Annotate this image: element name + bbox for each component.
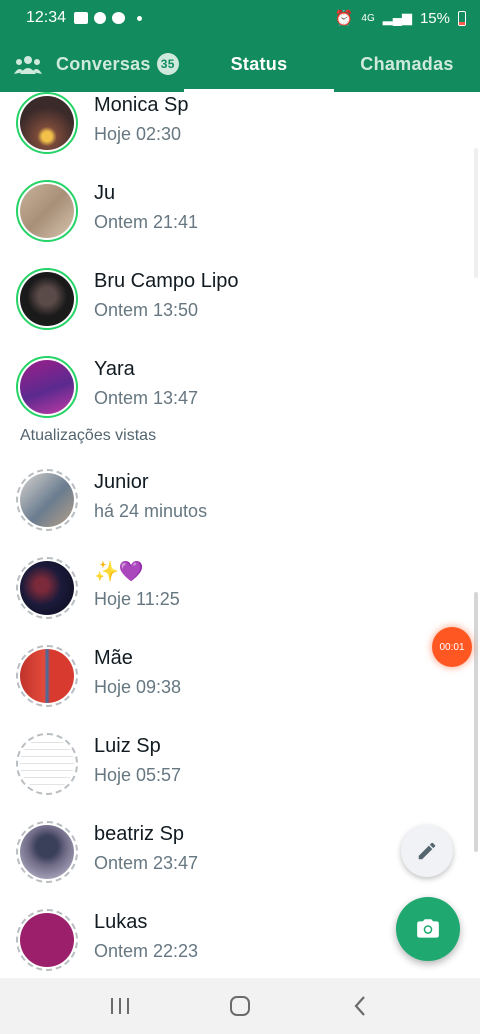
- clock: 12:34: [26, 9, 67, 26]
- notification-icons: [74, 12, 143, 24]
- avatar: [16, 180, 78, 242]
- status-row[interactable]: Bru Campo Lipo Ontem 13:50: [0, 256, 480, 344]
- avatar: [16, 356, 78, 418]
- status-time: Hoje 05:57: [94, 765, 182, 785]
- battery-icon: [458, 10, 466, 26]
- avatar: [16, 557, 78, 619]
- system-navigation-bar: [0, 978, 480, 1034]
- avatar: [16, 733, 78, 795]
- contact-name: Luiz Sp: [94, 735, 161, 757]
- status-time: há 24 minutos: [94, 501, 208, 521]
- tab-chamadas[interactable]: Chamadas: [334, 36, 480, 92]
- recent-apps-button[interactable]: [90, 986, 150, 1026]
- avatar: [16, 469, 78, 531]
- account-notification-icon: [94, 12, 107, 24]
- community-icon: [14, 56, 42, 74]
- back-icon: [354, 996, 365, 1016]
- recording-indicator[interactable]: 00:01: [432, 627, 472, 667]
- status-row[interactable]: Junior há 24 minutos: [0, 457, 480, 545]
- tab-chamadas-label: Chamadas: [360, 53, 454, 74]
- contact-name: Ju: [94, 182, 116, 204]
- system-status-bar: 12:34 ⏰ 4G ▂▄▆ 15%: [0, 0, 480, 36]
- pencil-icon: [418, 842, 436, 860]
- avatar: [16, 268, 78, 330]
- video-notification-icon: [74, 12, 89, 24]
- contact-name: beatriz Sp: [94, 823, 185, 845]
- status-row[interactable]: Ju Ontem 21:41: [0, 168, 480, 256]
- system-indicators: ⏰ 4G ▂▄▆ 15%: [335, 9, 466, 27]
- viewed-updates-header: Atualizações vistas: [20, 427, 157, 444]
- recent-apps-icon: [111, 998, 129, 1014]
- status-row[interactable]: Luiz Sp Hoje 05:57: [0, 721, 480, 809]
- tab-community[interactable]: [0, 36, 56, 92]
- tab-conversas[interactable]: Conversas 35: [56, 36, 184, 92]
- more-notifications-icon: [137, 15, 143, 21]
- status-row[interactable]: Mãe Hoje 09:38: [0, 633, 480, 721]
- status-time: Ontem 21:41: [94, 212, 199, 232]
- network-label: 4G: [361, 12, 375, 24]
- whatsapp-notification-icon: [112, 12, 126, 24]
- signal-icon: ▂▄▆: [382, 10, 412, 25]
- status-time: Ontem 13:47: [94, 388, 199, 408]
- avatar: [16, 92, 78, 154]
- home-icon: [230, 996, 250, 1016]
- scroll-track-top: [474, 148, 478, 278]
- alarm-icon: ⏰: [334, 10, 354, 27]
- unread-badge: 35: [156, 53, 179, 75]
- status-row[interactable]: Yara Ontem 13:47: [0, 344, 480, 432]
- contact-name: Monica Sp: [94, 94, 189, 116]
- tab-status-label: Status: [230, 53, 288, 74]
- status-row[interactable]: Monica Sp Hoje 02:30: [0, 92, 480, 168]
- status-time: Hoje 11:25: [94, 589, 180, 609]
- battery-percent: 15%: [419, 9, 450, 27]
- status-time: Ontem 22:23: [94, 941, 199, 961]
- status-row[interactable]: ✨💜 Hoje 11:25: [0, 545, 480, 633]
- tab-conversas-label: Conversas: [56, 53, 151, 74]
- contact-name: ✨💜: [94, 561, 144, 583]
- status-time: Ontem 23:47: [94, 853, 199, 873]
- home-button[interactable]: [210, 986, 270, 1026]
- camera-icon: [417, 919, 439, 938]
- contact-name: Bru Campo Lipo: [94, 270, 239, 292]
- avatar: [16, 645, 78, 707]
- top-tab-bar: Conversas 35 Status Chamadas: [0, 36, 480, 92]
- tab-status[interactable]: Status: [184, 36, 334, 92]
- contact-name: Mãe: [94, 647, 133, 669]
- status-time: Hoje 02:30: [94, 124, 182, 144]
- contact-name: Yara: [94, 358, 135, 380]
- scrollbar-thumb[interactable]: [474, 592, 478, 852]
- avatar: [16, 909, 78, 971]
- status-time: Hoje 09:38: [94, 677, 182, 697]
- contact-name: Lukas: [94, 911, 148, 933]
- text-status-button[interactable]: [401, 825, 453, 877]
- contact-name: Junior: [94, 471, 149, 493]
- status-time: Ontem 13:50: [94, 300, 199, 320]
- avatar: [16, 821, 78, 883]
- camera-status-button[interactable]: [396, 897, 460, 961]
- back-button[interactable]: [330, 986, 390, 1026]
